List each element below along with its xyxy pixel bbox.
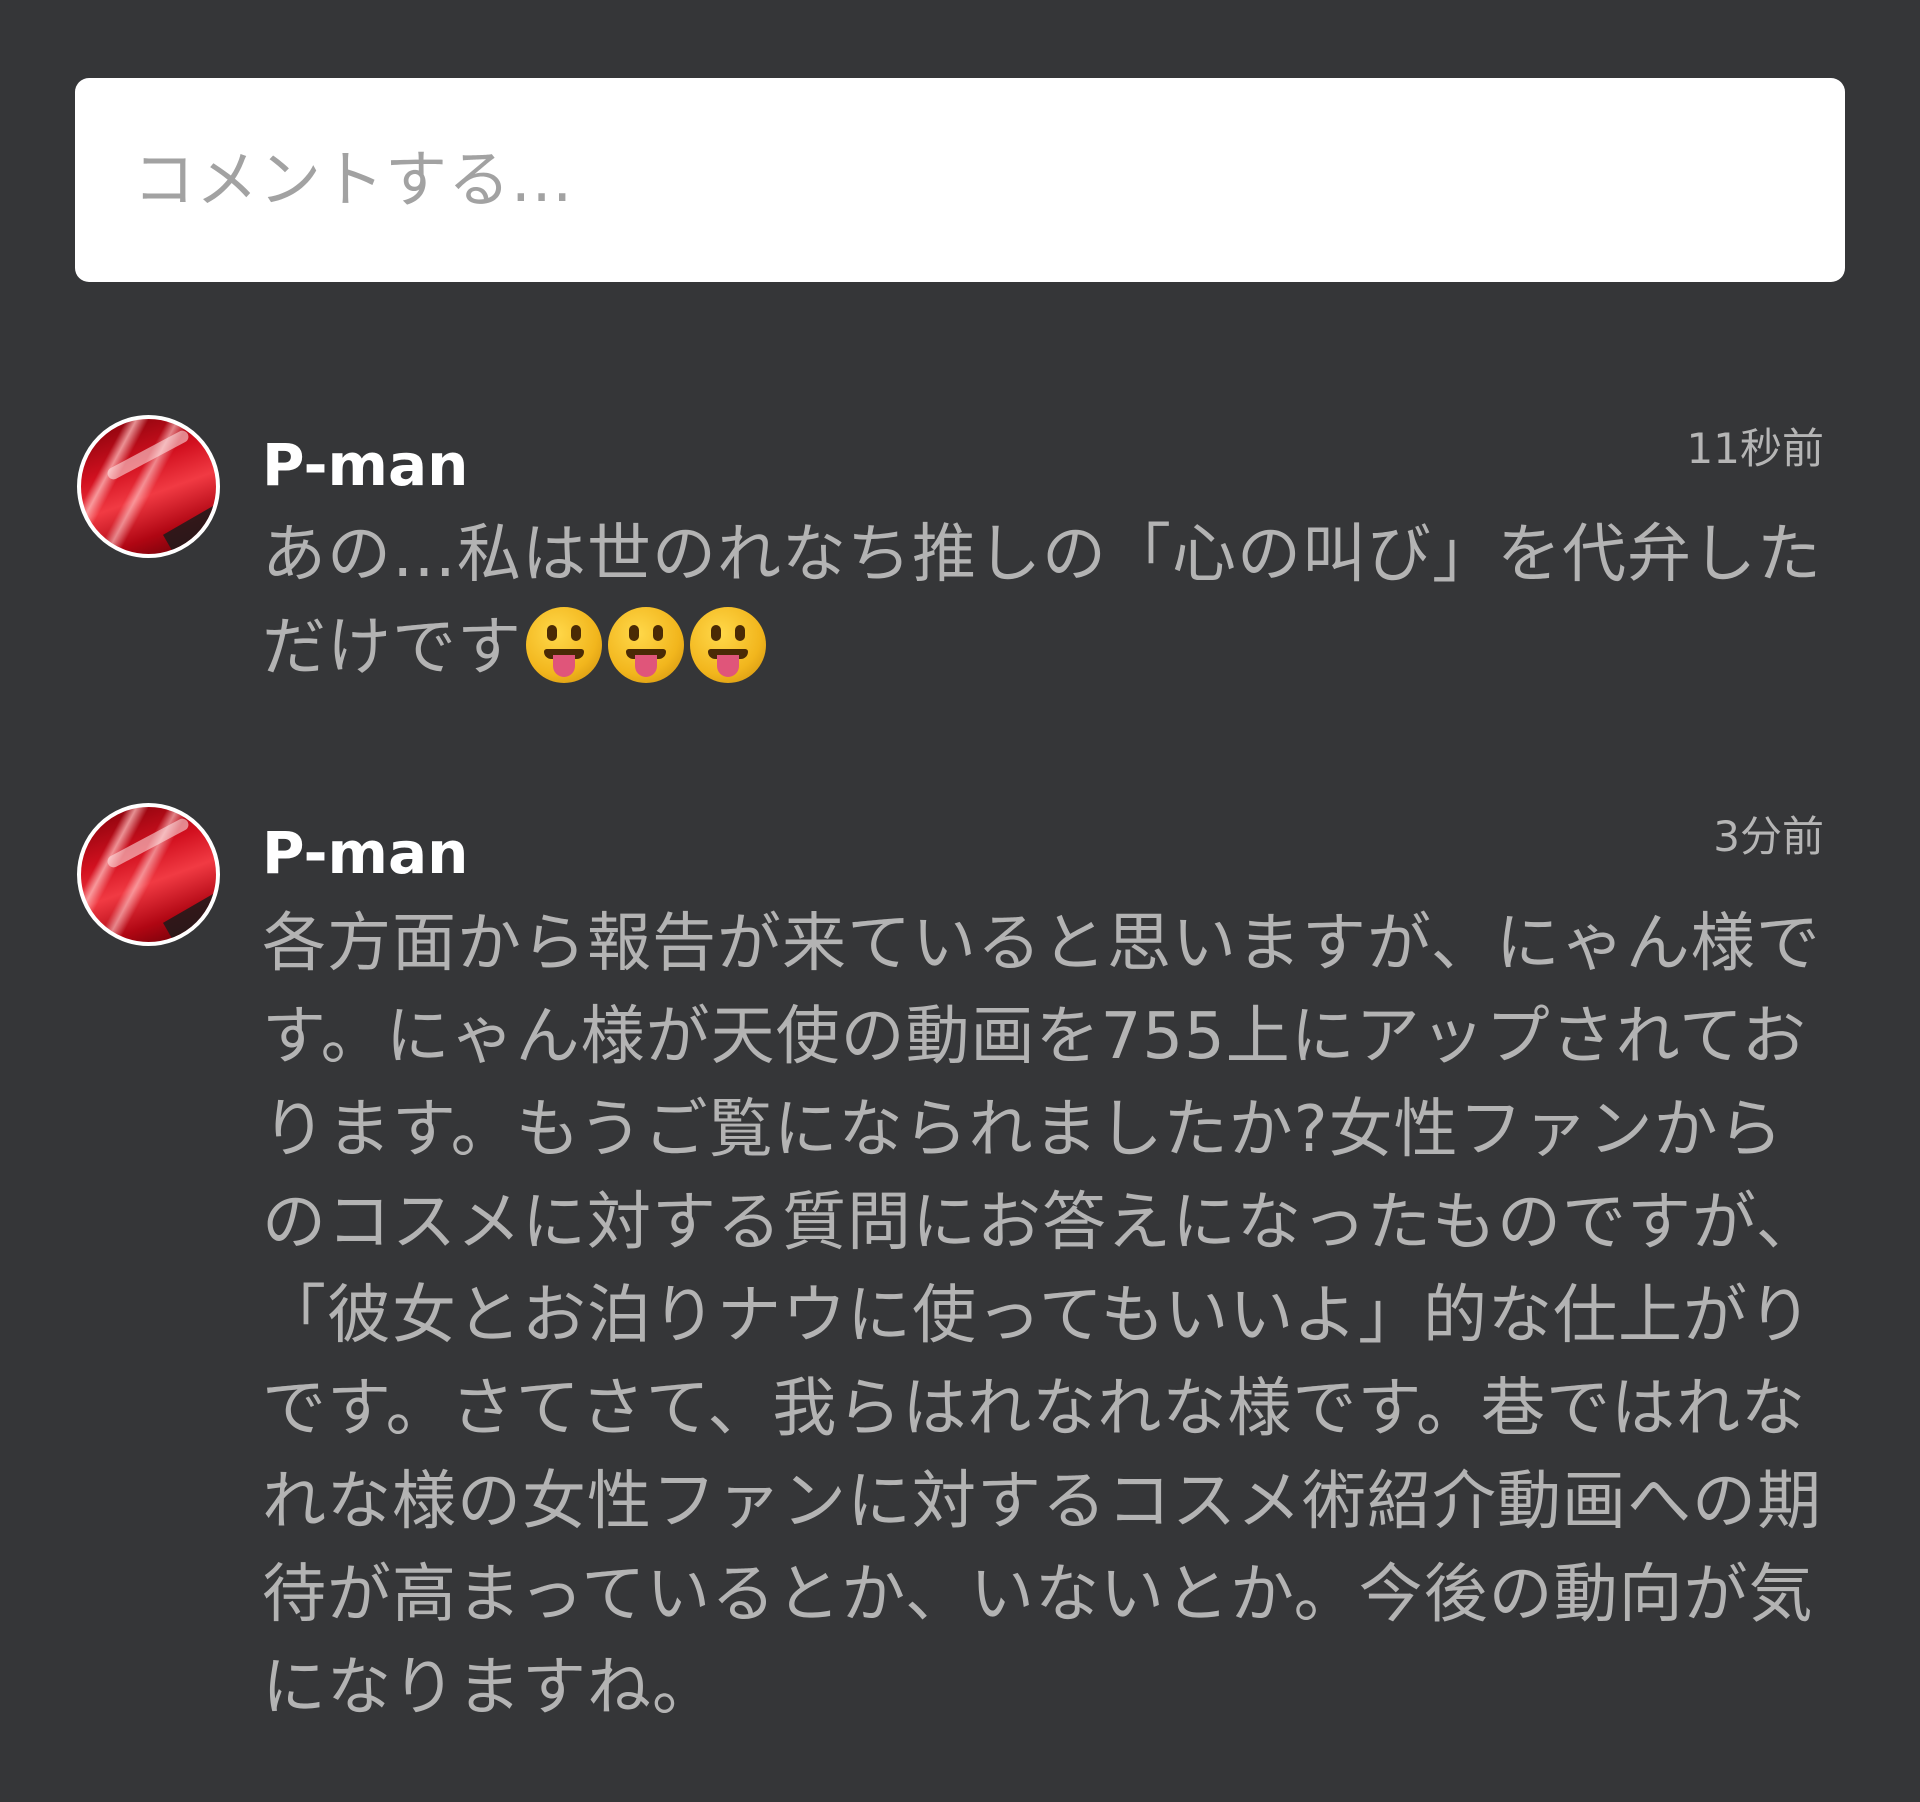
comment-username[interactable]: P-man [262, 436, 468, 494]
tongue-out-face-icon [690, 607, 766, 684]
comment-input[interactable]: コメントする... [75, 78, 1845, 282]
avatar[interactable] [77, 415, 220, 558]
comments-screen: コメントする... P-man 11秒前 あの…私は世のれなち推しの「心の叫び」… [0, 0, 1920, 1802]
comment-body: 各方面から報告が来ていると思いますが、にゃん様です。にゃん様が天使の動画を755… [262, 907, 1822, 1725]
comment-body: あの…私は世のれなち推しの「心の叫び」を代弁しただけです [262, 509, 1822, 695]
comment-timestamp: 3分前 [1713, 812, 1824, 861]
avatar[interactable] [77, 803, 220, 946]
comment-username[interactable]: P-man [262, 824, 468, 882]
comment-input-placeholder: コメントする... [133, 143, 574, 216]
tongue-out-face-icon [608, 607, 684, 684]
comment-body-text: あの…私は世のれなち推しの「心の叫び」を代弁しただけです [262, 518, 1822, 685]
tongue-out-face-icon [526, 607, 602, 684]
comment-timestamp: 11秒前 [1686, 424, 1824, 473]
emoji-group [526, 607, 766, 684]
